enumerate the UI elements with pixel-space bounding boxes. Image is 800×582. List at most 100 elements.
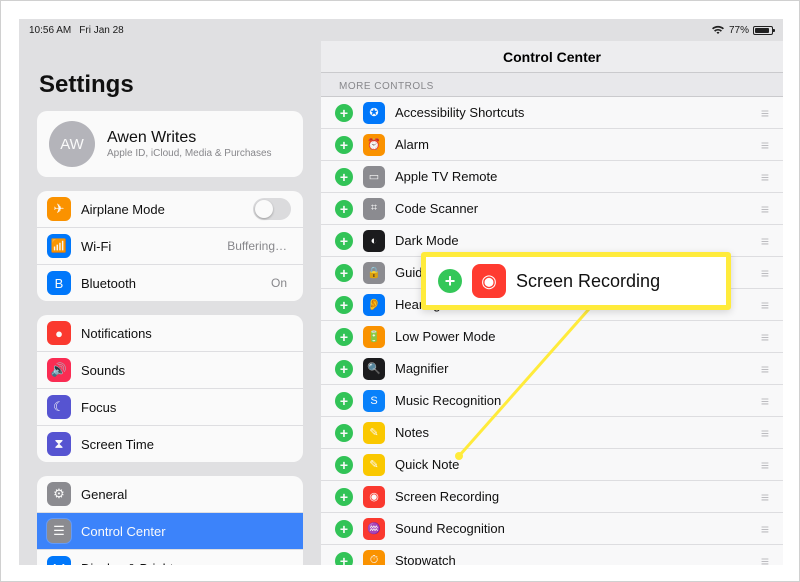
add-control-button[interactable]: + bbox=[335, 232, 353, 250]
control-row-apple-tv-remote[interactable]: +▭Apple TV Remote≡ bbox=[321, 161, 783, 193]
sidebar-item-airplane-mode[interactable]: ✈Airplane Mode bbox=[37, 191, 303, 227]
wi-fi-icon: 📶 bbox=[47, 234, 71, 258]
sidebar-item-focus[interactable]: ☾Focus bbox=[37, 388, 303, 425]
alarm-icon: ⏰ bbox=[363, 134, 385, 156]
control-row-sound-recognition[interactable]: +♒Sound Recognition≡ bbox=[321, 513, 783, 545]
settings-sidebar: Settings AW Awen Writes Apple ID, iCloud… bbox=[23, 41, 317, 565]
control-row-low-power-mode[interactable]: + 🔋 Low Power Mode ≡ bbox=[321, 321, 783, 353]
sidebar-item-general[interactable]: ⚙General bbox=[37, 476, 303, 512]
control-row-screen-recording[interactable]: +◉Screen Recording≡ bbox=[321, 481, 783, 513]
add-control-button[interactable]: + bbox=[335, 296, 353, 314]
drag-handle-icon[interactable]: ≡ bbox=[761, 265, 767, 281]
battery-percent: 77% bbox=[729, 25, 749, 36]
drag-handle-icon[interactable]: ≡ bbox=[761, 361, 767, 377]
drag-handle-icon[interactable]: ≡ bbox=[761, 457, 767, 473]
control-center-icon: ☰ bbox=[47, 519, 71, 543]
add-control-button[interactable]: + bbox=[335, 392, 353, 410]
add-control-button[interactable]: + bbox=[335, 200, 353, 218]
drag-handle-icon[interactable]: ≡ bbox=[761, 393, 767, 409]
control-label: Magnifier bbox=[395, 361, 448, 376]
sidebar-item-label: Display & Brightness bbox=[81, 561, 291, 566]
add-control-button[interactable]: + bbox=[335, 488, 353, 506]
sidebar-group-general: ⚙General ☰ Control Center AA Display & Brigh… bbox=[37, 476, 303, 565]
add-control-button[interactable]: + bbox=[335, 520, 353, 538]
add-control-button[interactable]: + bbox=[335, 168, 353, 186]
status-time: 10:56 AM bbox=[29, 25, 71, 36]
sidebar-item-display-brightness[interactable]: AA Display & Brightness bbox=[37, 549, 303, 565]
bluetooth-icon: B bbox=[47, 271, 71, 295]
control-row-code-scanner[interactable]: +⌗Code Scanner≡ bbox=[321, 193, 783, 225]
control-label: Music Recognition bbox=[395, 393, 501, 408]
screen-recording-icon: ◉ bbox=[472, 264, 506, 298]
status-date: Fri Jan 28 bbox=[79, 25, 123, 36]
sidebar-item-label: Control Center bbox=[81, 524, 291, 539]
quick-note-icon: ✎ bbox=[363, 454, 385, 476]
drag-handle-icon[interactable]: ≡ bbox=[761, 105, 767, 121]
add-control-button[interactable]: + bbox=[335, 360, 353, 378]
sidebar-item-label: Bluetooth bbox=[81, 276, 271, 291]
magnifier-icon: 🔍 bbox=[363, 358, 385, 380]
add-control-button[interactable]: + bbox=[335, 136, 353, 154]
sidebar-item-label: General bbox=[81, 487, 291, 502]
apple-id-row[interactable]: AW Awen Writes Apple ID, iCloud, Media &… bbox=[37, 111, 303, 177]
control-label: Accessibility Shortcuts bbox=[395, 105, 524, 120]
drag-handle-icon[interactable]: ≡ bbox=[761, 233, 767, 249]
add-control-button[interactable]: + bbox=[335, 424, 353, 442]
code-scanner-icon: ⌗ bbox=[363, 198, 385, 220]
drag-handle-icon[interactable]: ≡ bbox=[761, 201, 767, 217]
sidebar-item-label: Focus bbox=[81, 400, 291, 415]
drag-handle-icon[interactable]: ≡ bbox=[761, 137, 767, 153]
sound-recognition-icon: ♒ bbox=[363, 518, 385, 540]
detail-title: Control Center bbox=[321, 41, 783, 73]
dark-mode-icon: ◐ bbox=[363, 230, 385, 252]
drag-handle-icon[interactable]: ≡ bbox=[761, 425, 767, 441]
control-row-music-recognition[interactable]: + S Music Recognition ≡ bbox=[321, 385, 783, 417]
add-control-button[interactable]: + bbox=[335, 264, 353, 282]
control-row-notes[interactable]: + ✎ Notes ≡ bbox=[321, 417, 783, 449]
sidebar-item-control-center[interactable]: ☰ Control Center bbox=[37, 512, 303, 549]
notes-icon: ✎ bbox=[363, 422, 385, 444]
battery-icon bbox=[753, 26, 773, 35]
guided-access-icon: 🔒 bbox=[363, 262, 385, 284]
drag-handle-icon[interactable]: ≡ bbox=[761, 553, 767, 566]
control-row-stopwatch[interactable]: +⏱Stopwatch≡ bbox=[321, 545, 783, 565]
control-row-quick-note[interactable]: + ✎ Quick Note ≡ bbox=[321, 449, 783, 481]
control-row-alarm[interactable]: +⏰Alarm≡ bbox=[321, 129, 783, 161]
sidebar-item-wi-fi[interactable]: 📶Wi-FiBuffering… bbox=[37, 227, 303, 264]
music-recognition-icon: S bbox=[363, 390, 385, 412]
add-control-button[interactable]: + bbox=[335, 456, 353, 474]
status-bar: 10:56 AM Fri Jan 28 77% bbox=[19, 19, 783, 41]
sidebar-item-label: Screen Time bbox=[81, 437, 291, 452]
add-control-button[interactable]: + bbox=[335, 552, 353, 566]
sidebar-item-label: Sounds bbox=[81, 363, 291, 378]
add-control-button[interactable]: + bbox=[335, 328, 353, 346]
callout-label: Screen Recording bbox=[516, 271, 660, 292]
sidebar-item-screen-time[interactable]: ⧗Screen Time bbox=[37, 425, 303, 462]
drag-handle-icon[interactable]: ≡ bbox=[761, 169, 767, 185]
drag-handle-icon[interactable]: ≡ bbox=[761, 297, 767, 313]
sidebar-group-connectivity: ✈Airplane Mode📶Wi-FiBuffering… B Bluetooth… bbox=[37, 191, 303, 301]
control-row-magnifier[interactable]: + 🔍 Magnifier ≡ bbox=[321, 353, 783, 385]
sidebar-item-notifications[interactable]: ●Notifications bbox=[37, 315, 303, 351]
drag-handle-icon[interactable]: ≡ bbox=[761, 329, 767, 345]
display-brightness-icon: AA bbox=[47, 556, 71, 565]
control-label: Screen Recording bbox=[395, 489, 499, 504]
control-label: Low Power Mode bbox=[395, 329, 495, 344]
control-row-accessibility-shortcuts[interactable]: + ✪ Accessibility Shortcuts ≡ bbox=[321, 97, 783, 129]
airplane-mode-toggle[interactable] bbox=[253, 198, 291, 220]
add-icon: + bbox=[438, 269, 462, 293]
low-power-mode-icon: 🔋 bbox=[363, 326, 385, 348]
page-title: Settings bbox=[39, 71, 317, 99]
sidebar-item-sounds[interactable]: 🔊 Sounds bbox=[37, 351, 303, 388]
sidebar-item-bluetooth[interactable]: BBluetoothOn bbox=[37, 264, 303, 301]
accessibility-shortcuts-icon: ✪ bbox=[363, 102, 385, 124]
wifi-icon bbox=[711, 25, 725, 35]
add-control-button[interactable]: + bbox=[335, 104, 353, 122]
control-label: Quick Note bbox=[395, 457, 459, 472]
sounds-icon: 🔊 bbox=[47, 358, 71, 382]
control-label: Notes bbox=[395, 425, 429, 440]
hearing-icon: 👂 bbox=[363, 294, 385, 316]
drag-handle-icon[interactable]: ≡ bbox=[761, 521, 767, 537]
apple-tv-remote-icon: ▭ bbox=[363, 166, 385, 188]
drag-handle-icon[interactable]: ≡ bbox=[761, 489, 767, 505]
